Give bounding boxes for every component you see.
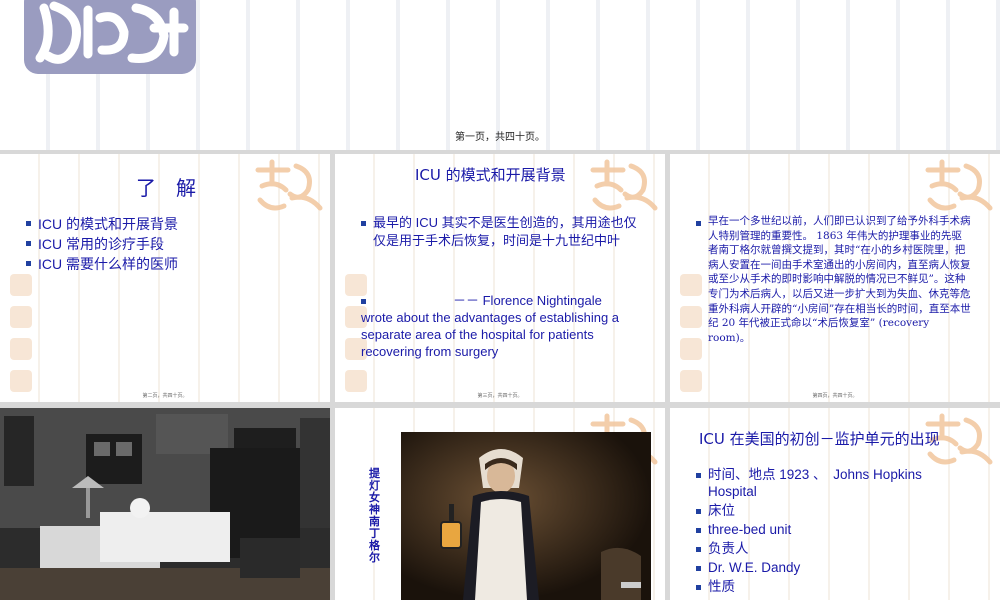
slide-title: 了 解 (136, 176, 196, 200)
decoration-tile (10, 338, 32, 360)
list-item: 最早的 ICU 其实不是医生创造的，其用途也仅仅是用于手术后恢复，时间是十九世纪… (361, 214, 645, 250)
slide-footer: 第二页，共四十页。 (142, 393, 188, 399)
list-item: three-bed unit (696, 521, 966, 538)
list-item: 时间、地点 1923 、 Johns Hopkins Hospital (696, 466, 966, 500)
decoration-calligraphy-icon (590, 159, 658, 211)
list-item: 负责人 (696, 540, 966, 557)
bullet-list: ICU 的模式和开展背景 ICU 常用的诊疗手段 ICU 需要什么样的医师 (26, 214, 178, 274)
decoration-tile (345, 370, 367, 392)
list-item: Dr. W.E. Dandy (696, 559, 966, 576)
decoration-tile (10, 370, 32, 392)
list-item: ICU 的模式和开展背景 (26, 214, 178, 234)
list-item: 床位 (696, 502, 966, 519)
bullet-list: 早在一个多世纪以前，人们即已认识到了给予外科手术病人特别管理的重要性。 1863… (696, 214, 972, 345)
quote-text: wrote about the advantages of establishi… (361, 310, 620, 359)
slide-thumbnail-5[interactable] (0, 408, 330, 600)
seal-logo-icon (24, 0, 196, 74)
slide-thumbnail-3[interactable]: ICU 的模式和开展背景 最早的 ICU 其实不是医生创造的，其用途也仅仅是用于… (335, 154, 665, 402)
slide-title: ICU 的模式和开展背景 (415, 166, 566, 184)
vertical-caption: 提灯女神南丁格尔 (369, 468, 380, 564)
slide-thumbnail-2[interactable]: 了 解 ICU 的模式和开展背景 ICU 常用的诊疗手段 ICU 需要什么样的医… (0, 154, 330, 402)
decoration-calligraphy-icon (925, 159, 993, 211)
list-item: ICU 需要什么样的医师 (26, 254, 178, 274)
hospital-ward-photo (0, 408, 330, 600)
page-label: 第一页，共四十页。 (455, 132, 545, 143)
decoration-tile (10, 274, 32, 296)
top-slide-strip: 第一页，共四十页。 (0, 0, 1000, 150)
slide-title: ICU 在美国的初创－监护单元的出现 (699, 430, 940, 448)
decoration-calligraphy-icon (255, 159, 323, 211)
bullet-list: －－ Florence Nightingale wrote about the … (361, 292, 645, 360)
decoration-tile (680, 370, 702, 392)
list-item: 性质 (696, 578, 966, 595)
bullet-list: 时间、地点 1923 、 Johns Hopkins Hospital 床位 t… (696, 466, 966, 595)
slide-thumbnail-7[interactable]: ICU 在美国的初创－监护单元的出现 时间、地点 1923 、 Johns Ho… (670, 408, 1000, 600)
slide-thumbnail-6[interactable]: 提灯女神南丁格尔 (335, 408, 665, 600)
list-item: ICU 常用的诊疗手段 (26, 234, 178, 254)
slide-footer: 第三页，共四十页。 (477, 393, 523, 399)
bullet-list: 最早的 ICU 其实不是医生创造的，其用途也仅仅是用于手术后恢复，时间是十九世纪… (361, 214, 645, 250)
attribution-line: －－ Florence Nightingale (453, 293, 602, 308)
slide-thumbnail-4[interactable]: 早在一个多世纪以前，人们即已认识到了给予外科手术病人特别管理的重要性。 1863… (670, 154, 1000, 402)
slide-footer: 第四页，共四十页。 (812, 393, 858, 399)
list-item: －－ Florence Nightingale wrote about the … (361, 292, 645, 360)
list-item: 早在一个多世纪以前，人们即已认识到了给予外科手术病人特别管理的重要性。 1863… (696, 214, 972, 345)
nightingale-painting (401, 432, 651, 600)
decoration-tile (10, 306, 32, 328)
